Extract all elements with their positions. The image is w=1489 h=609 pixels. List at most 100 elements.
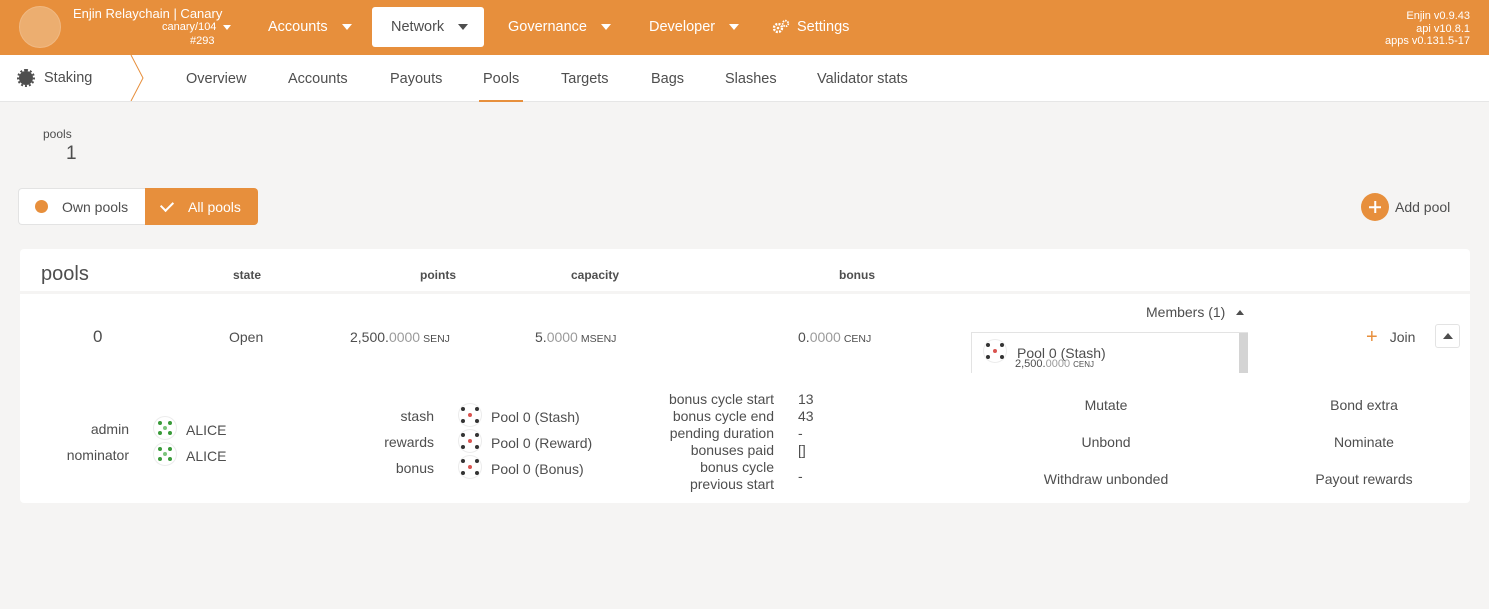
all-pools-label: All pools — [188, 198, 241, 215]
pool-filter-toggle: Own pools All pools — [18, 188, 258, 225]
menu-accounts-label: Accounts — [268, 19, 328, 35]
own-pools-label: Own pools — [62, 198, 129, 215]
tab-accounts[interactable]: Accounts — [288, 55, 348, 102]
chevron-down-icon — [341, 24, 352, 30]
previous-start-label-line1: bonus cycle — [700, 459, 774, 475]
bond-extra-button[interactable]: Bond extra — [1264, 397, 1464, 413]
radio-dot-icon — [35, 200, 48, 213]
members-list[interactable]: Pool 0 (Stash) 2,500.0000 CENJ — [971, 332, 1248, 373]
join-label: Join — [1389, 329, 1416, 345]
menu-governance[interactable]: Governance — [508, 7, 611, 47]
sub-nav: Staking Overview Accounts Payouts Pools … — [0, 55, 1489, 102]
admin-label: admin — [90, 421, 129, 437]
identicon-icon[interactable] — [153, 442, 177, 466]
identicon-icon — [983, 339, 1007, 363]
members-toggle[interactable]: Members (1) — [1146, 304, 1245, 320]
caret-up-icon — [1236, 310, 1245, 315]
bonus-cycle-start-label: bonus cycle start — [668, 391, 774, 407]
previous-start-value: - — [798, 468, 803, 484]
nominator-label: nominator — [66, 447, 129, 463]
add-pool-button[interactable]: Add pool — [1361, 193, 1450, 221]
summary-value: 1 — [66, 143, 77, 164]
nav-separator-icon — [130, 55, 144, 101]
header-capacity: capacity — [571, 268, 620, 282]
capacity-integer: 5. — [535, 329, 547, 345]
tab-targets[interactable]: Targets — [561, 55, 609, 102]
tab-slashes[interactable]: Slashes — [725, 55, 777, 102]
rewards-account[interactable]: Pool 0 (Reward) — [491, 435, 592, 451]
header-state: state — [233, 268, 262, 282]
member-balance-integer: 2,500. — [1015, 358, 1046, 370]
header-bonus: bonus — [839, 268, 875, 282]
section-title: Staking — [0, 55, 140, 101]
withdraw-unbonded-button[interactable]: Withdraw unbonded — [1006, 471, 1206, 487]
tab-validator-stats[interactable]: Validator stats — [817, 55, 908, 102]
mutate-button[interactable]: Mutate — [1006, 397, 1206, 413]
top-bar: Enjin Relaychain | Canary canary/104 #29… — [0, 0, 1489, 55]
menu-governance-label: Governance — [508, 19, 587, 35]
bonus-integer: 0. — [798, 329, 810, 345]
block-number: #293 — [190, 35, 215, 47]
capacity-unit: MSENJ — [580, 333, 617, 345]
rewards-label: rewards — [384, 434, 434, 450]
member-balance-unit: CENJ — [1073, 360, 1094, 369]
menu-network[interactable]: Network — [372, 7, 484, 47]
tab-overview[interactable]: Overview — [186, 55, 246, 102]
payout-rewards-button[interactable]: Payout rewards — [1264, 471, 1464, 487]
bonuses-paid-value: [] — [798, 442, 806, 458]
tab-payouts[interactable]: Payouts — [390, 55, 442, 102]
plus-icon — [1361, 193, 1389, 221]
menu-developer-label: Developer — [649, 19, 716, 35]
own-pools-button[interactable]: Own pools — [18, 188, 145, 225]
identicon-icon[interactable] — [153, 416, 177, 440]
chain-logo[interactable] — [19, 6, 61, 48]
version-node: Enjin v0.9.43 — [1406, 10, 1470, 22]
nominate-button[interactable]: Nominate — [1264, 434, 1464, 450]
tab-bags[interactable]: Bags — [651, 55, 684, 102]
chevron-down-icon — [223, 24, 232, 30]
version-api: api v10.8.1 — [1416, 22, 1470, 35]
chevron-down-icon — [601, 24, 611, 30]
pending-duration-value: - — [798, 425, 803, 441]
identicon-icon[interactable] — [458, 455, 482, 479]
capacity-decimal: 0000 — [546, 329, 578, 345]
member-balance: 2,500.0000 CENJ — [1015, 358, 1094, 370]
chain-spec-label: canary/104 — [162, 21, 217, 33]
chain-name[interactable]: Enjin Relaychain | Canary — [73, 6, 222, 21]
plus-icon: + — [1366, 326, 1378, 348]
join-button[interactable]: + Join — [1366, 327, 1415, 347]
menu-accounts[interactable]: Accounts — [268, 7, 352, 47]
collapse-row-button[interactable] — [1435, 324, 1460, 348]
chevron-down-icon — [458, 24, 469, 30]
unbond-button[interactable]: Unbond — [1006, 434, 1206, 450]
all-pools-button[interactable]: All pools — [145, 188, 258, 225]
bonus-cycle-start-value: 13 — [798, 391, 814, 407]
version-apps: apps v0.131.5-17 — [1384, 35, 1470, 47]
add-pool-label: Add pool — [1395, 199, 1451, 215]
points-decimal: 0000 — [388, 329, 421, 345]
bonus-account[interactable]: Pool 0 (Bonus) — [491, 461, 584, 477]
stash-account[interactable]: Pool 0 (Stash) — [491, 409, 580, 425]
pending-duration-label: pending duration — [669, 425, 774, 441]
identicon-icon[interactable] — [458, 403, 482, 427]
members-scrollbar[interactable] — [1239, 333, 1248, 373]
table-header: pools state points capacity bonus — [20, 249, 1470, 291]
points-integer: 2,500. — [350, 329, 389, 345]
identicon-icon[interactable] — [458, 429, 482, 453]
pool-state: Open — [229, 329, 264, 345]
admin-account[interactable]: ALICE — [186, 422, 226, 438]
chain-spec[interactable]: canary/104 — [162, 21, 232, 33]
header-points: points — [420, 268, 456, 282]
chevron-down-icon — [729, 24, 740, 30]
menu-developer[interactable]: Developer — [649, 7, 740, 47]
tab-pools[interactable]: Pools — [478, 55, 524, 102]
version-info: Enjin v0.9.43 api v10.8.1 apps v0.131.5-… — [1385, 10, 1470, 48]
nominator-account[interactable]: ALICE — [186, 448, 226, 464]
menu-settings[interactable]: Settings — [772, 7, 849, 47]
bonus-decimal: 0000 — [809, 329, 841, 345]
summary-label: pools — [43, 127, 72, 141]
menu-settings-label: Settings — [797, 19, 850, 35]
bonus-cycle-end-value: 43 — [798, 408, 814, 424]
bonus-unit: CENJ — [843, 333, 872, 345]
bonuses-paid-label: bonuses paid — [690, 442, 774, 458]
